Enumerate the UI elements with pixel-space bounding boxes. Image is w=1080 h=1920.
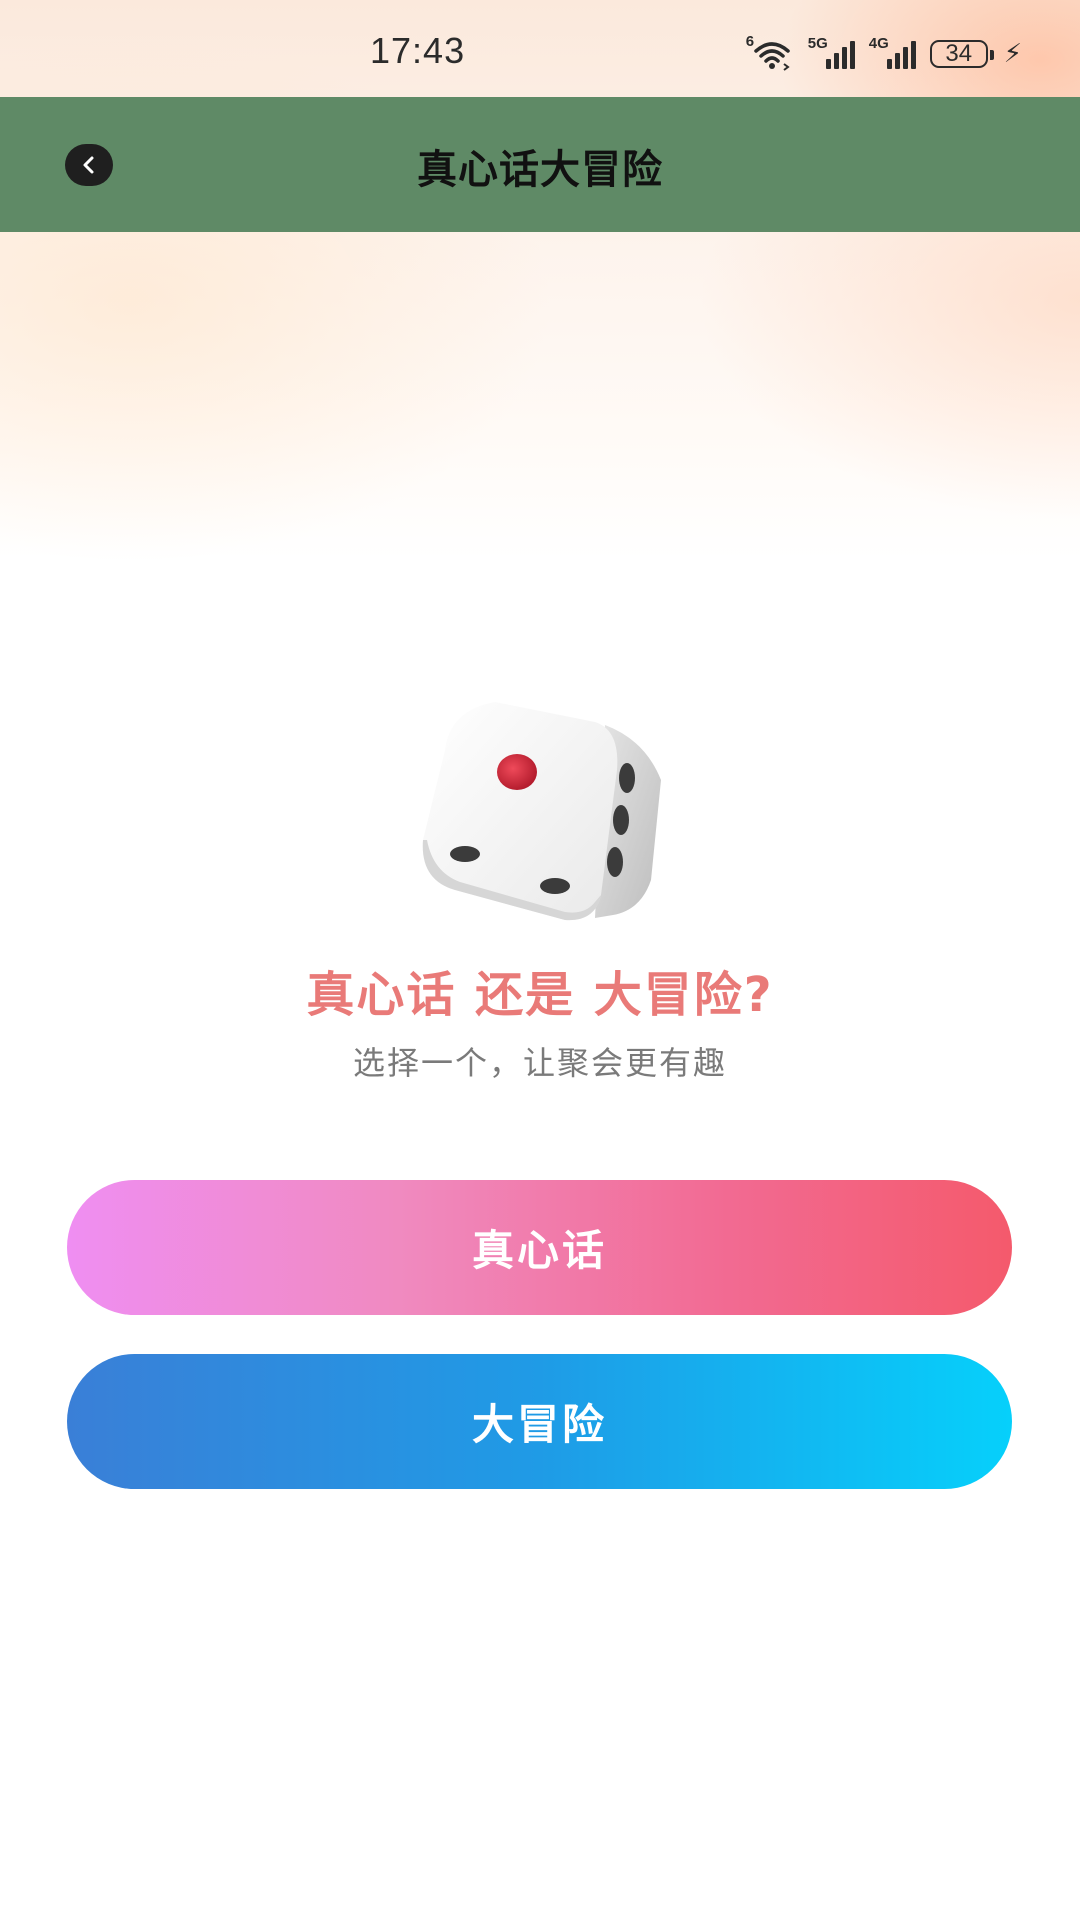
status-bar: 17:43 6 5G 4G 34 ⚡ bbox=[0, 0, 1080, 97]
headline: 真心话 还是 大冒险? bbox=[306, 967, 774, 1023]
signal-4g-label: 4G bbox=[868, 35, 889, 52]
truth-button-label: 真心话 bbox=[471, 1226, 607, 1275]
charging-icon: ⚡ bbox=[1003, 39, 1022, 69]
signal-5g-icon: 5G bbox=[808, 35, 855, 69]
wifi-icon: 6 bbox=[746, 33, 794, 71]
status-icons: 6 5G 4G 34 ⚡ bbox=[746, 33, 1022, 74]
dice-icon bbox=[422, 702, 661, 921]
battery-icon: 34 bbox=[929, 40, 994, 68]
dare-button[interactable]: 大冒险 bbox=[67, 1354, 1012, 1489]
signal-4g-icon: 4G bbox=[869, 35, 916, 69]
status-time: 17:43 bbox=[370, 30, 466, 71]
subtitle: 选择一个，让聚会更有趣 bbox=[352, 1044, 727, 1082]
screen: 17:43 6 5G 4G 34 ⚡ 真心话大冒险 真心话 还是 大冒险? 选择… bbox=[0, 0, 1080, 1920]
truth-button[interactable]: 真心话 bbox=[67, 1180, 1012, 1315]
page-title: 真心话大冒险 bbox=[417, 147, 663, 193]
dare-button-label: 大冒险 bbox=[471, 1400, 607, 1449]
battery-level: 34 bbox=[945, 40, 973, 67]
signal-5g-label: 5G bbox=[807, 35, 828, 52]
nav-bar: 真心话大冒险 bbox=[0, 97, 1080, 232]
